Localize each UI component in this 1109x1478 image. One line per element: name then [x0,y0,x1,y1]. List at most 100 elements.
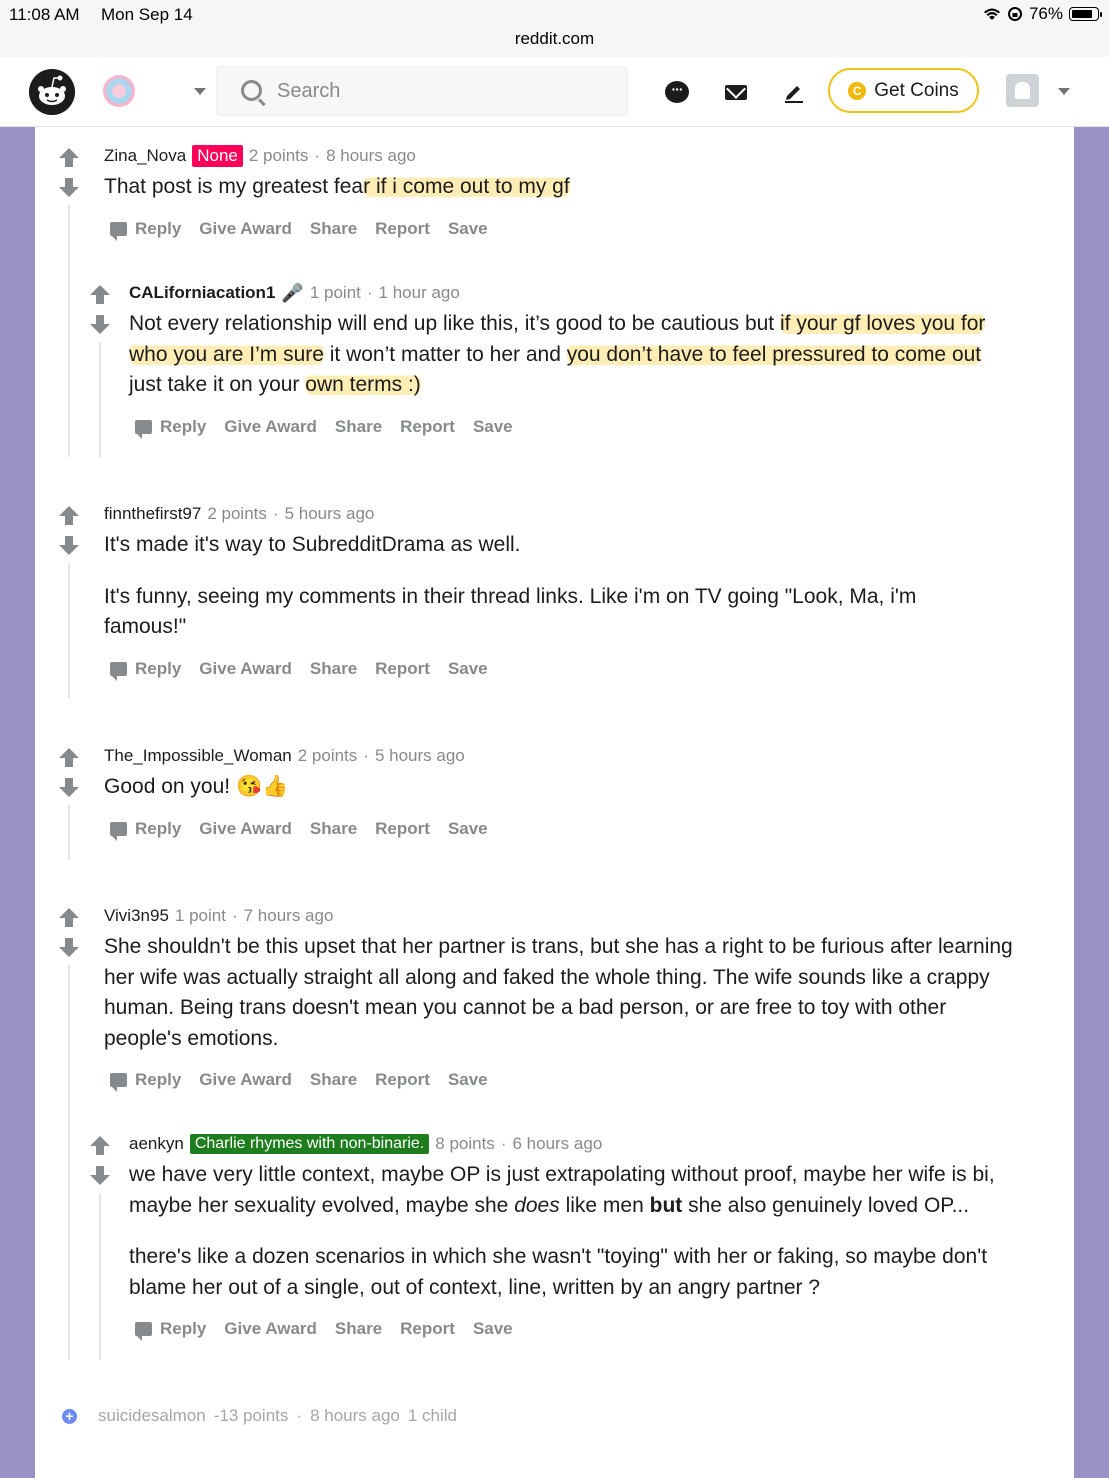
comment-body: Not every relationship will end up like … [129,312,986,396]
comment-time: 8 hours ago [310,1406,400,1425]
reply-icon [110,822,127,841]
comment-body: It's made it's way to SubredditDrama as … [104,533,917,638]
comment-time: 8 hours ago [326,146,416,165]
downvote-icon[interactable] [90,1166,110,1186]
thread-line[interactable] [99,342,101,457]
share-button[interactable]: Share [335,417,382,437]
reply-button[interactable]: Reply [110,659,181,681]
thread-line[interactable] [68,805,70,860]
give-award-button[interactable]: Give Award [199,219,292,239]
comment-points: 2 points [207,504,267,523]
report-button[interactable]: Report [375,219,430,239]
thread-line[interactable] [68,965,70,1360]
comment-body: we have very little context, maybe OP is… [129,1163,995,1299]
share-button[interactable]: Share [310,219,357,239]
share-button[interactable]: Share [335,1319,382,1339]
downvote-icon[interactable] [59,536,79,556]
save-button[interactable]: Save [448,659,488,679]
comment-points: 2 points [248,146,309,165]
mail-icon[interactable] [723,79,749,105]
comment-actions: Reply Give Award Share Report Save [110,659,488,681]
reply-button[interactable]: Reply [135,417,206,439]
reply-button[interactable]: Reply [110,819,181,841]
user-menu-chevron-icon[interactable] [1058,88,1070,95]
comment-author[interactable]: finnthefirst97 [104,504,201,524]
give-award-button[interactable]: Give Award [224,1319,317,1339]
reply-icon [110,222,127,241]
wifi-icon [983,8,1000,20]
upvote-icon[interactable] [59,148,79,168]
share-button[interactable]: Share [310,1070,357,1090]
report-button[interactable]: Report [375,819,430,839]
downvote-icon[interactable] [59,938,79,958]
report-button[interactable]: Report [400,417,455,437]
expand-icon[interactable]: + [62,1408,77,1424]
get-coins-button[interactable]: C Get Coins [828,68,979,113]
save-button[interactable]: Save [473,1319,513,1339]
community-icon[interactable] [103,75,135,107]
comment-time: 5 hours ago [284,504,375,523]
avatar[interactable] [1006,74,1039,107]
report-button[interactable]: Report [375,659,430,679]
upvote-icon[interactable] [59,506,79,526]
address-bar-url[interactable]: reddit.com [0,29,1109,49]
reddit-logo-icon[interactable] [29,69,75,115]
search-icon [241,80,262,101]
create-post-icon[interactable] [781,79,807,105]
search-input[interactable] [275,79,609,104]
page-margin-left [0,127,35,1478]
share-button[interactable]: Share [310,819,357,839]
downvote-icon[interactable] [90,315,110,335]
save-button[interactable]: Save [448,1070,488,1090]
battery-icon [1069,7,1102,21]
give-award-button[interactable]: Give Award [199,1070,292,1090]
status-bar: 11:08 AM Mon Sep 14 reddit.com 76% [0,0,1109,58]
downvote-icon[interactable] [59,778,79,798]
comment-points: 8 points [435,1134,495,1153]
thread-line[interactable] [99,1193,101,1360]
report-button[interactable]: Report [375,1070,430,1090]
upvote-icon[interactable] [59,748,79,768]
comment-meta: Zina_Nova None 2 points · 8 hours ago [104,145,416,167]
highlighted-text: r if i come out to my gf [363,175,570,198]
chat-icon[interactable]: ··· [664,79,690,105]
comment-author[interactable]: Zina_Nova [104,146,186,166]
comment-points: 1 point [174,906,226,925]
status-date: Mon Sep 14 [101,5,193,24]
comment-author[interactable]: CALiforniacation1 [129,283,275,303]
give-award-button[interactable]: Give Award [199,659,292,679]
comment-body: That post is my greatest fear if i come … [104,175,570,198]
comment-author[interactable]: The_Impossible_Woman [104,746,292,766]
chevron-down-icon[interactable] [194,88,206,95]
search-bar[interactable] [216,66,628,116]
downvote-icon[interactable] [59,178,79,198]
upvote-icon[interactable] [90,285,110,305]
collapsed-comment[interactable]: + suicidesalmon -13 points · 8 hours ago… [62,1406,457,1426]
comment-points: 1 point [309,283,361,302]
reply-button[interactable]: Reply [135,1319,206,1341]
report-button[interactable]: Report [400,1319,455,1339]
reply-button[interactable]: Reply [110,219,181,241]
thread-line[interactable] [68,563,70,698]
save-button[interactable]: Save [448,219,488,239]
give-award-button[interactable]: Give Award [199,819,292,839]
status-indicators: 76% [983,4,1102,24]
comment-author[interactable]: suicidesalmon [98,1406,206,1426]
emoji: 😘👍 [235,775,289,798]
comment-author[interactable]: aenkyn [129,1134,184,1154]
reply-button[interactable]: Reply [110,1070,181,1092]
comment-meta: CALiforniacation1 🎤 1 point · 1 hour ago [129,282,460,303]
save-button[interactable]: Save [473,417,513,437]
comment-actions: Reply Give Award Share Report Save [135,1319,513,1341]
microphone-icon: 🎤 [281,282,304,303]
save-button[interactable]: Save [448,819,488,839]
comment-author[interactable]: Vivi3n95 [104,906,169,926]
upvote-icon[interactable] [59,908,79,928]
share-button[interactable]: Share [310,659,357,679]
upvote-icon[interactable] [90,1136,110,1156]
reply-icon [135,420,152,439]
give-award-button[interactable]: Give Award [224,417,317,437]
comment-meta: Vivi3n95 1 point · 7 hours ago [104,906,334,926]
thread-line[interactable] [68,205,70,457]
comment-body: She shouldn't be this upset that her par… [104,935,1013,1050]
